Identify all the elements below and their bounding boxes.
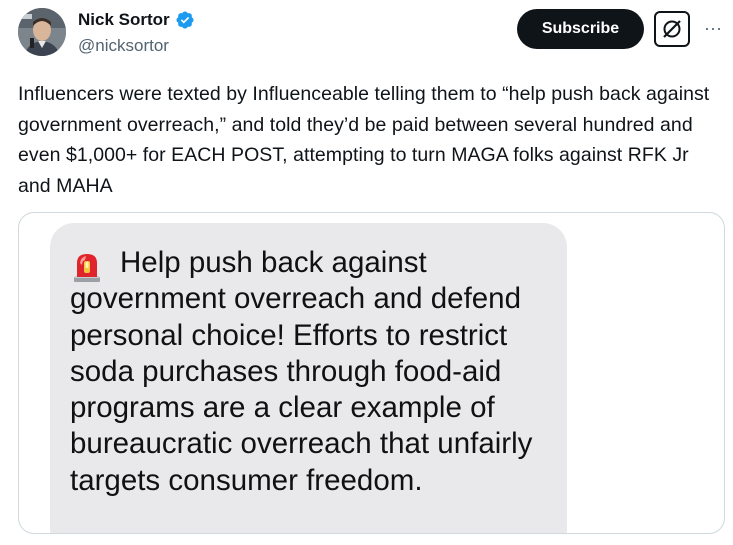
grok-button[interactable] bbox=[654, 11, 690, 47]
message-text: Help push back against government overre… bbox=[70, 246, 533, 497]
more-icon[interactable]: ··· bbox=[700, 15, 726, 41]
verified-badge-icon bbox=[175, 10, 195, 30]
author-handle[interactable]: @nicksortor bbox=[78, 36, 169, 56]
author-display-name[interactable]: Nick Sortor bbox=[78, 10, 170, 30]
author-name-row: Nick Sortor bbox=[78, 10, 195, 30]
media-card[interactable]: Help push back against government overre… bbox=[18, 212, 725, 534]
message-bubble: Help push back against government overre… bbox=[50, 223, 567, 533]
avatar[interactable] bbox=[18, 8, 66, 56]
tweet: Nick Sortor @nicksortor Subscribe ··· In… bbox=[0, 0, 733, 545]
avatar-photo-icon bbox=[18, 8, 66, 56]
grok-icon bbox=[663, 20, 681, 38]
subscribe-button[interactable]: Subscribe bbox=[517, 9, 644, 49]
tweet-text: Influencers were texted by Influenceable… bbox=[18, 83, 710, 197]
